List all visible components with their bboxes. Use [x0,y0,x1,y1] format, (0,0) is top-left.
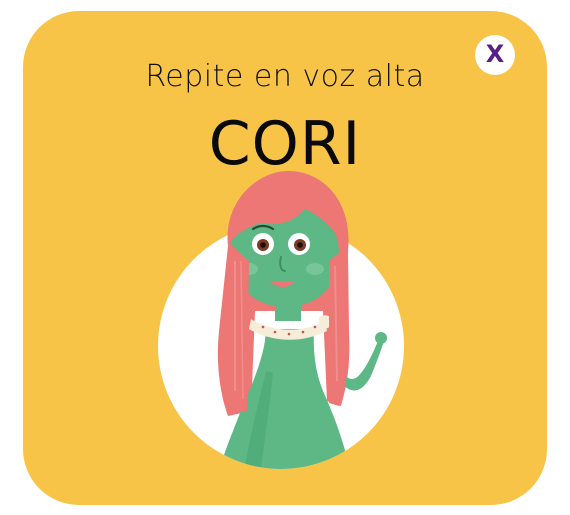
pronunciation-card: Repite en voz alta CORI X [23,11,547,505]
girl-character-illustration [158,171,404,469]
